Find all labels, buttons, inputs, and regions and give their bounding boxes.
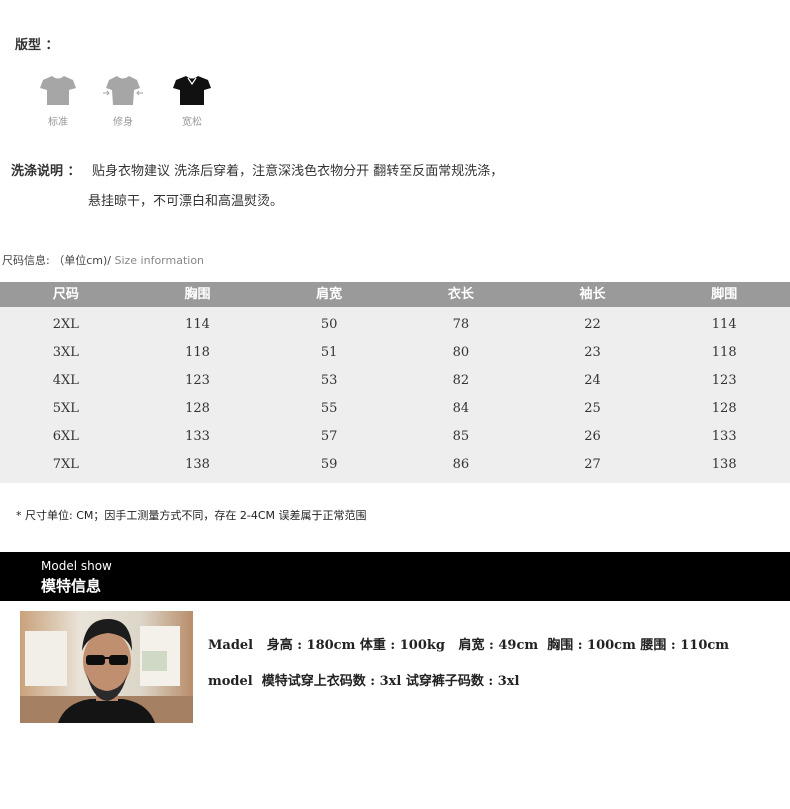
model-banner: Model show 模特信息 <box>0 552 790 601</box>
measurement-cell: 26 <box>584 429 601 444</box>
measurement-cell: 123 <box>185 373 210 388</box>
size-cell: 7XL <box>52 457 79 472</box>
measurement-cell: 27 <box>584 457 601 472</box>
fit-label: 版型 ： <box>15 38 59 53</box>
fit-option-label: 宽松 <box>182 117 202 128</box>
measurement-cell: 22 <box>584 317 601 332</box>
measurement-cell: 86 <box>452 457 470 472</box>
measurement-cell: 59 <box>320 457 338 472</box>
model-photo <box>20 611 193 723</box>
size-table-header-cell: 胸围 <box>184 287 211 302</box>
measurement-cell: 23 <box>584 345 601 360</box>
fit-option-slim: 修身 <box>103 74 143 128</box>
fit-option-loose: 宽松 <box>172 74 212 128</box>
size-info-label: 尺码信息: （单位cm)/ Size information <box>2 252 204 268</box>
measurement-cell: 114 <box>711 317 737 332</box>
size-table-body: 2XL 114 50 78 22 114 3XL 118 51 80 23 118 4XL 123 53 82… <box>0 307 790 483</box>
size-table-header-cell: 衣长 <box>447 287 474 302</box>
measurement-cell: 53 <box>320 373 338 388</box>
size-cell: 3XL <box>52 345 79 360</box>
model-measurements: Madel 身高 : 180cm 体重 : 100kg 肩宽 : 49cm 胸围… <box>208 638 730 653</box>
size-table-header-cell: 袖长 <box>579 287 606 302</box>
measurement-cell: 80 <box>452 345 470 360</box>
size-cell: 6XL <box>52 429 79 444</box>
table-row: 4XL 123 53 82 24 123 <box>0 367 790 395</box>
size-info-en: Size information <box>110 254 205 267</box>
measurement-cell: 123 <box>711 373 737 388</box>
measurement-cell: 84 <box>452 401 470 416</box>
size-note: * 尺寸单位: CM；因手工测量方式不同，存在 2-4CM 误差属于正常范围 <box>16 509 367 522</box>
table-row: 5XL 128 55 84 25 128 <box>0 395 790 423</box>
measurement-cell: 51 <box>320 345 338 360</box>
wash-label: 洗涤说明 ： <box>11 164 81 179</box>
measurement-cell: 25 <box>584 401 601 416</box>
measurement-cell: 57 <box>320 429 338 444</box>
measurement-cell: 118 <box>711 345 737 360</box>
measurement-cell: 128 <box>711 401 737 416</box>
measurement-cell: 24 <box>584 373 601 388</box>
size-info-zh: 尺码信息: （单位cm)/ <box>2 254 111 267</box>
measurement-cell: 118 <box>185 345 210 360</box>
size-cell: 5XL <box>52 401 79 416</box>
fit-option-label: 标准 <box>48 117 68 128</box>
measurement-cell: 85 <box>452 429 470 444</box>
measurement-cell: 55 <box>320 401 338 416</box>
tshirt-loose-icon <box>173 76 211 105</box>
size-table-header-cell: 肩宽 <box>316 287 343 302</box>
measurement-cell: 128 <box>185 401 210 416</box>
measurement-cell: 114 <box>185 317 210 332</box>
size-table: 尺码 胸围 肩宽 衣长 袖长 脚围 2XL 114 50 78 22 114 3XL 118 51 80 23… <box>0 282 790 483</box>
model-banner-en: Model show <box>41 559 112 573</box>
model-banner-zh: 模特信息 <box>41 577 102 595</box>
measurement-cell: 82 <box>452 373 470 388</box>
table-row: 6XL 133 57 85 26 133 <box>0 423 790 451</box>
size-table-header-cell: 脚围 <box>711 287 738 302</box>
measurement-cell: 50 <box>320 317 338 332</box>
tshirt-icon <box>40 76 76 105</box>
table-row: 2XL 114 50 78 22 114 <box>0 311 790 339</box>
measurement-cell: 133 <box>185 429 210 444</box>
fit-option-standard: 标准 <box>38 74 78 128</box>
measurement-cell: 78 <box>452 317 470 332</box>
size-cell: 2XL <box>52 317 79 332</box>
size-cell: 4XL <box>52 373 79 388</box>
fit-option-label: 修身 <box>113 117 133 128</box>
wash-text-line-2: 悬挂晾干，不可漂白和高温熨烫。 <box>88 194 284 209</box>
model-fit-sizes: model 模特试穿上衣码数 : 3xl 试穿裤子码数 : 3xl <box>208 674 520 689</box>
table-row: 3XL 118 51 80 23 118 <box>0 339 790 367</box>
wash-text-line-1: 贴身衣物建议 洗涤后穿着，注意深浅色衣物分开 翻转至反面常规洗涤， <box>92 164 504 179</box>
measurement-cell: 133 <box>711 429 737 444</box>
measurement-cell: 138 <box>711 457 737 472</box>
size-table-header: 尺码 胸围 肩宽 衣长 袖长 脚围 <box>0 282 790 307</box>
table-row: 7XL 138 59 86 27 138 <box>0 451 790 479</box>
tshirt-slim-icon <box>103 76 143 105</box>
measurement-cell: 138 <box>185 457 210 472</box>
size-table-header-cell: 尺码 <box>52 287 79 302</box>
